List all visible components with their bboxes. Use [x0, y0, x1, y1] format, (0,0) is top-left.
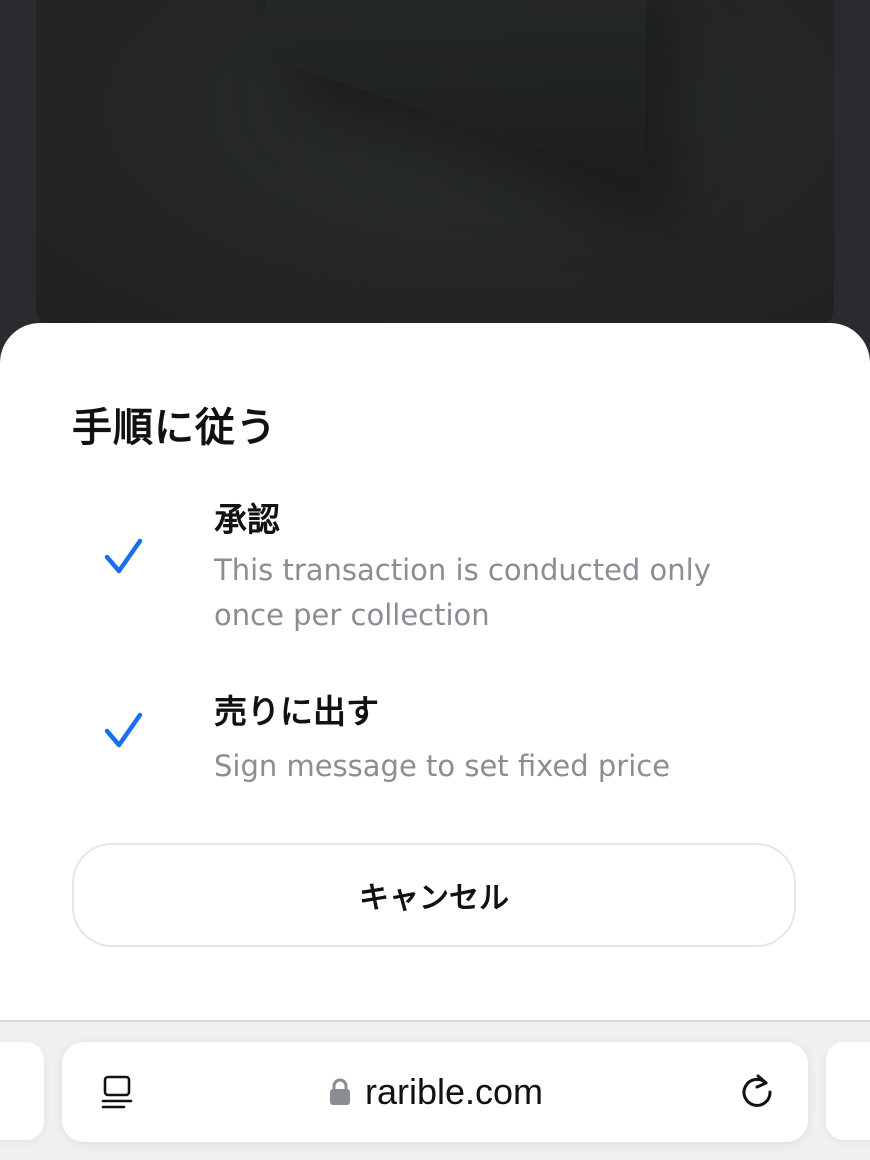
- reload-icon[interactable]: [736, 1070, 778, 1112]
- step-title: 売りに出す: [214, 692, 379, 731]
- sheet-title: 手順に従う: [72, 405, 277, 451]
- lock-icon: [329, 1078, 350, 1105]
- step-description: This transaction is conducted only once …: [214, 553, 711, 632]
- url-text: rarible.com: [364, 1071, 544, 1112]
- step-title: 承認: [214, 500, 280, 539]
- address-bar[interactable]: rarible.com: [62, 1042, 808, 1142]
- step-description: Sign message to set fixed price: [214, 749, 671, 783]
- previous-tab-preview[interactable]: [0, 1042, 44, 1140]
- url-display[interactable]: rarible.com: [62, 1042, 808, 1142]
- browser-toolbar: rarible.com: [0, 1020, 870, 1160]
- nft-object-shape: [266, 0, 646, 182]
- checkmark-icon: [104, 712, 143, 748]
- nft-preview-image: [36, 0, 834, 330]
- steps-bottom-sheet: 手順に従う 承認 This transaction is conducted o…: [0, 323, 870, 1083]
- checkmark-icon: [104, 538, 143, 574]
- cancel-button[interactable]: キャンセル: [72, 843, 796, 947]
- next-tab-preview[interactable]: [826, 1042, 870, 1140]
